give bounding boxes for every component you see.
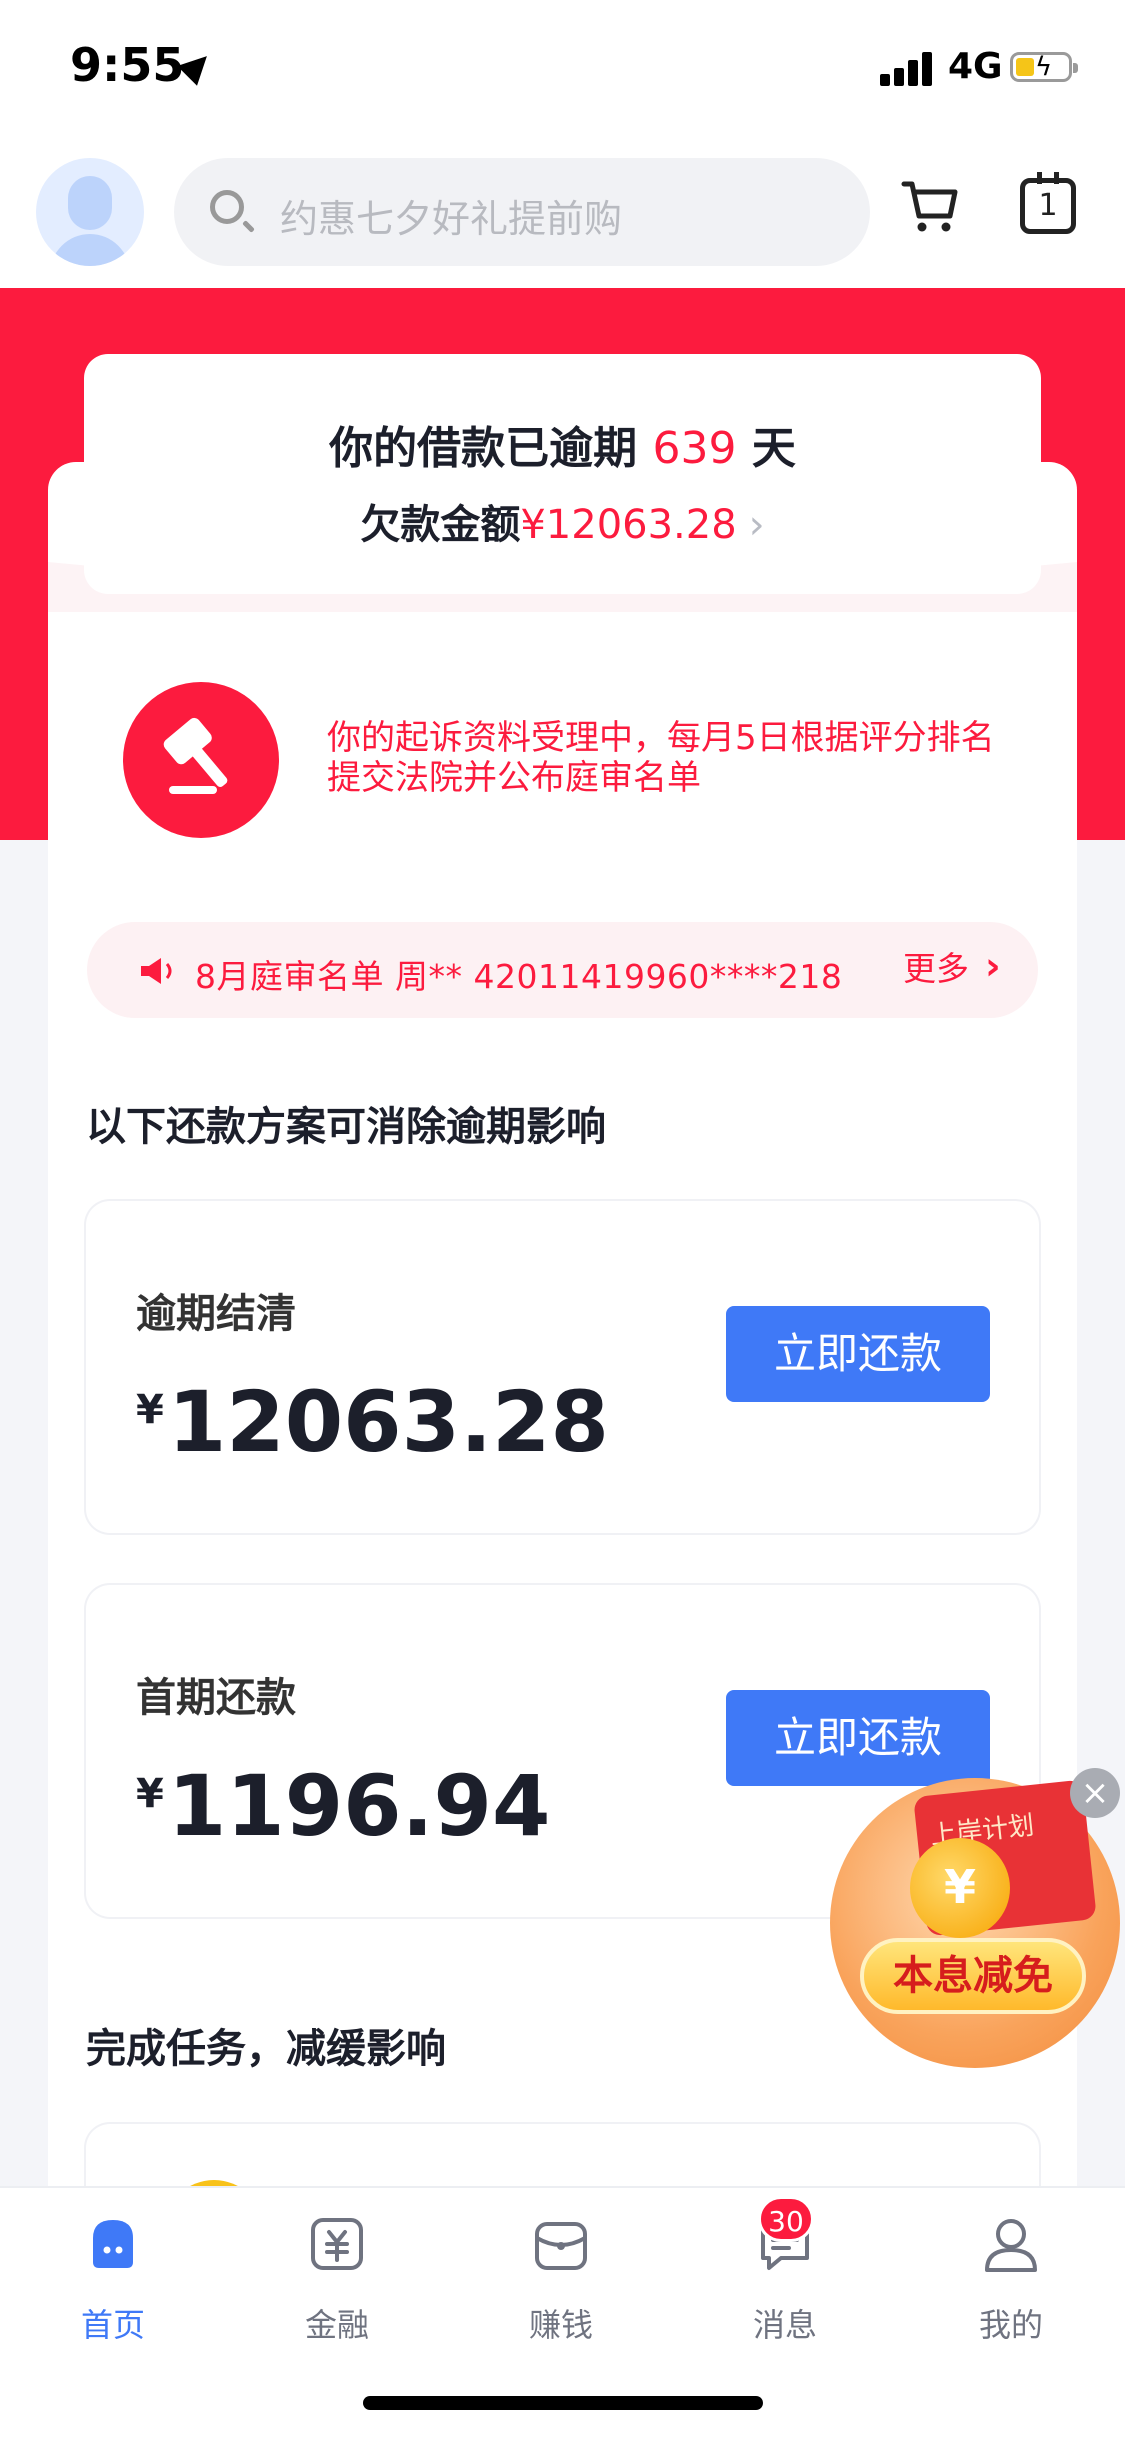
overdue-summary-card[interactable]: 你的借款已逾期 639 天 欠款金额¥12063.28 › — [84, 354, 1041, 594]
court-list-notice-bar[interactable]: 8月庭审名单 周** 42011419960****218 更多 › — [87, 922, 1038, 1018]
wallet-icon — [535, 2222, 587, 2270]
notice-more-link[interactable]: 更多 — [903, 942, 969, 990]
search-placeholder: 约惠七夕好礼提前购 — [280, 197, 623, 241]
overdue-amount-line[interactable]: 欠款金额¥12063.28 › — [84, 492, 1041, 550]
notice-text: 8月庭审名单 周** 42011419960****218 — [195, 957, 843, 996]
avatar[interactable] — [36, 158, 144, 266]
cart-icon[interactable] — [900, 176, 960, 236]
status-bar: 9:55 4G ϟ — [0, 0, 1125, 140]
home-indicator[interactable] — [363, 2396, 763, 2410]
lawsuit-notice-text: 你的起诉资料受理中，每月5日根据评分排名提交法院并公布庭审名单 — [327, 718, 995, 798]
finance-icon — [311, 2218, 363, 2270]
tab-finance[interactable]: 金融 — [272, 2212, 402, 2344]
message-count-badge: 30 — [758, 2196, 814, 2242]
overdue-amount: ¥12063.28 — [520, 502, 737, 548]
tab-earn[interactable]: 赚钱 — [496, 2212, 626, 2344]
battery-icon: ϟ — [1010, 52, 1078, 82]
repay-now-button[interactable]: 立即还款 — [726, 1306, 990, 1402]
plan-amount: ¥1196.94 — [136, 1757, 551, 1855]
home-icon — [93, 2220, 133, 2268]
plan-label: 首期还款 — [136, 1675, 296, 1721]
tab-messages[interactable]: 30 消息 — [720, 2196, 850, 2344]
status-time: 9:55 — [70, 38, 185, 92]
top-header: 约惠七夕好礼提前购 1 — [0, 140, 1125, 288]
speaker-icon — [141, 958, 172, 984]
close-icon[interactable]: × — [1070, 1768, 1120, 1818]
search-icon — [210, 190, 244, 224]
chevron-right-icon[interactable]: › — [985, 944, 1001, 988]
plan-amount: ¥12063.28 — [136, 1373, 609, 1471]
chevron-right-icon: › — [748, 502, 765, 548]
signal-icon — [880, 50, 936, 86]
coin-icon: ¥ — [910, 1838, 1010, 1938]
profile-icon — [985, 2219, 1037, 2272]
search-input[interactable]: 约惠七夕好礼提前购 — [174, 158, 870, 266]
interest-waiver-promo[interactable]: 上岸计划 ¥ 本息减免 — [830, 1778, 1120, 2068]
plans-section-title: 以下还款方案可消除逾期影响 — [86, 1104, 606, 1150]
plan-card-overdue-settle: 逾期结清 ¥12063.28 立即还款 — [86, 1201, 1039, 1533]
overdue-days: 639 — [652, 423, 737, 474]
plan-label: 逾期结清 — [136, 1291, 296, 1337]
tab-home[interactable]: 首页 — [48, 2212, 178, 2344]
tasks-section-title: 完成任务，减缓影响 — [86, 2026, 446, 2072]
repay-now-button[interactable]: 立即还款 — [726, 1690, 990, 1786]
promo-pill-label: 本息减免 — [860, 1938, 1086, 2014]
calendar-icon[interactable]: 1 — [1020, 172, 1076, 234]
network-type: 4G — [948, 46, 1003, 87]
gavel-icon — [123, 682, 279, 838]
overdue-days-line: 你的借款已逾期 639 天 — [329, 423, 796, 474]
tab-profile[interactable]: 我的 — [946, 2212, 1076, 2344]
